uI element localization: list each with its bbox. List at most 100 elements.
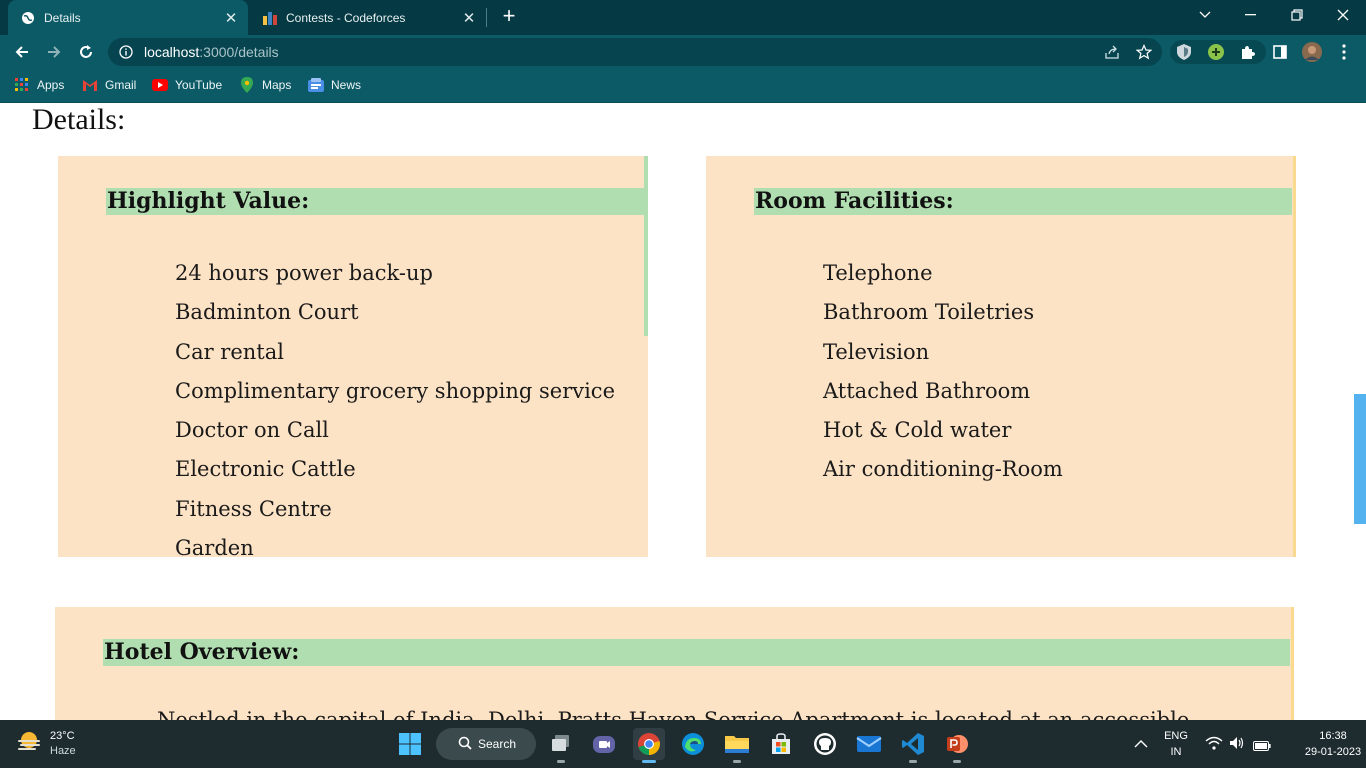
tab-title: Details (44, 10, 81, 25)
back-button[interactable] (9, 39, 35, 65)
windows-taskbar: 23°C Haze Search ENG IN 16:38 29-01-2023 (0, 720, 1366, 768)
language-indicator[interactable]: ENG IN (1160, 728, 1192, 760)
card-border (1293, 156, 1296, 557)
card-border (1291, 607, 1294, 720)
list-item: Doctor on Call (175, 418, 329, 443)
github-desktop-icon[interactable] (809, 728, 841, 760)
shield-extension-icon[interactable] (1174, 42, 1194, 62)
clock-time: 16:38 (1319, 730, 1347, 742)
facilities-heading: Room Facilities: (754, 188, 1292, 215)
facilities-list: Telephone Bathroom Toiletries Television… (823, 260, 1063, 496)
url-text: localhost:3000/details (144, 44, 279, 60)
list-item: Complimentary grocery shopping service (175, 378, 615, 403)
facilities-card: Room Facilities: Telephone Bathroom Toil… (706, 156, 1296, 557)
profile-avatar[interactable] (1302, 42, 1322, 62)
powerpoint-icon[interactable] (941, 728, 973, 763)
list-item: 24 hours power back-up (175, 261, 433, 285)
chevron-up-icon[interactable] (1134, 736, 1148, 754)
bookmark-star-icon[interactable] (1134, 42, 1154, 62)
restore-button[interactable] (1274, 0, 1320, 30)
weather-desc: Haze (50, 745, 76, 757)
close-icon[interactable]: ✕ (220, 9, 242, 27)
close-window-button[interactable] (1320, 0, 1366, 30)
bookmark-label: Apps (37, 78, 65, 92)
weather-temp: 23°C (50, 730, 75, 742)
microsoft-store-icon[interactable] (765, 728, 797, 760)
region-label: IN (1170, 746, 1182, 758)
bookmark-gmail[interactable]: Gmail (82, 76, 136, 94)
bookmark-label: Maps (262, 78, 292, 92)
search-icon (458, 736, 472, 753)
task-view-icon[interactable] (545, 728, 577, 763)
site-info-icon[interactable] (118, 44, 134, 60)
highlight-heading: Highlight Value: (106, 188, 645, 215)
list-item: Bathroom Toiletries (823, 300, 1035, 325)
highlight-list: 24 hours power back-up Badminton Court C… (175, 260, 615, 557)
weather-haze-icon (16, 730, 42, 759)
new-tab-button[interactable]: + (498, 5, 520, 27)
bookmark-apps[interactable]: Apps (14, 76, 64, 94)
overview-text: Nestled in the capital of India, Delhi, … (157, 708, 1190, 720)
list-item: Television (823, 339, 930, 364)
tab-separator (486, 8, 487, 27)
chrome-icon[interactable] (633, 728, 665, 763)
overview-card: Hotel Overview: (55, 607, 1294, 720)
mail-icon[interactable] (853, 728, 885, 760)
forward-button[interactable] (41, 39, 67, 65)
bookmark-youtube[interactable]: YouTube (152, 76, 222, 94)
kebab-menu-icon[interactable] (1334, 42, 1354, 62)
tab-title: Contests - Codeforces (286, 10, 406, 25)
list-item: Badminton Court (175, 300, 359, 325)
wifi-icon[interactable] (1205, 736, 1223, 755)
bookmark-news[interactable]: News (308, 76, 361, 94)
list-item: Telephone (823, 261, 933, 285)
side-panel-icon[interactable] (1270, 42, 1290, 62)
gmail-icon (82, 77, 98, 93)
list-item: Hot & Cold water (823, 418, 1012, 443)
weather-widget[interactable]: 23°C Haze (16, 728, 76, 760)
list-item: Electronic Cattle (175, 457, 356, 482)
minimize-button[interactable] (1228, 0, 1274, 30)
language-label: ENG (1164, 730, 1188, 742)
clock[interactable]: 16:38 29-01-2023 (1300, 728, 1366, 760)
news-icon (308, 77, 324, 93)
plus-extension-icon[interactable] (1206, 42, 1226, 62)
globe-icon (20, 10, 36, 26)
reload-button[interactable] (73, 39, 99, 65)
start-button[interactable] (394, 728, 426, 760)
volume-icon[interactable] (1229, 736, 1245, 755)
vscode-icon[interactable] (897, 728, 929, 763)
battery-icon[interactable] (1253, 738, 1271, 756)
list-item: Attached Bathroom (823, 378, 1031, 403)
bookmark-label: News (331, 78, 362, 92)
list-item: Fitness Centre (175, 496, 332, 521)
bookmark-label: Gmail (105, 78, 137, 92)
address-bar[interactable]: localhost:3000/details (108, 38, 1162, 66)
page-scrollbar-thumb[interactable] (1354, 394, 1366, 524)
card-border (644, 156, 648, 336)
apps-grid-icon (14, 77, 30, 93)
tab-details[interactable]: Details ✕ (8, 0, 248, 35)
browser-toolbar: localhost:3000/details (0, 35, 1366, 69)
maps-pin-icon (239, 77, 255, 93)
bookmark-maps[interactable]: Maps (239, 76, 291, 94)
page-title: Details: (32, 103, 126, 136)
edge-icon[interactable] (677, 728, 709, 760)
page-content: Details: Highlight Value: 24 hours power… (0, 103, 1366, 720)
list-item: Air conditioning-Room (823, 457, 1063, 482)
tab-codeforces[interactable]: Contests - Codeforces ✕ (250, 0, 486, 35)
share-icon[interactable] (1102, 42, 1122, 62)
bookmarks-bar: Apps Gmail YouTube Maps News (0, 69, 1366, 103)
tab-strip: Details ✕ Contests - Codeforces ✕ + (0, 0, 1366, 35)
file-explorer-icon[interactable] (721, 728, 753, 763)
highlight-card: Highlight Value: 24 hours power back-up … (58, 156, 648, 557)
codeforces-icon (262, 10, 278, 26)
teams-meet-icon[interactable] (588, 728, 620, 760)
bookmark-label: YouTube (175, 78, 223, 92)
list-item: Car rental (175, 339, 284, 364)
search-label: Search (478, 737, 517, 751)
tab-search-chevron-icon[interactable] (1182, 0, 1228, 30)
close-icon[interactable]: ✕ (458, 9, 480, 27)
puzzle-extensions-icon[interactable] (1238, 42, 1258, 62)
taskbar-search[interactable]: Search (436, 728, 536, 760)
